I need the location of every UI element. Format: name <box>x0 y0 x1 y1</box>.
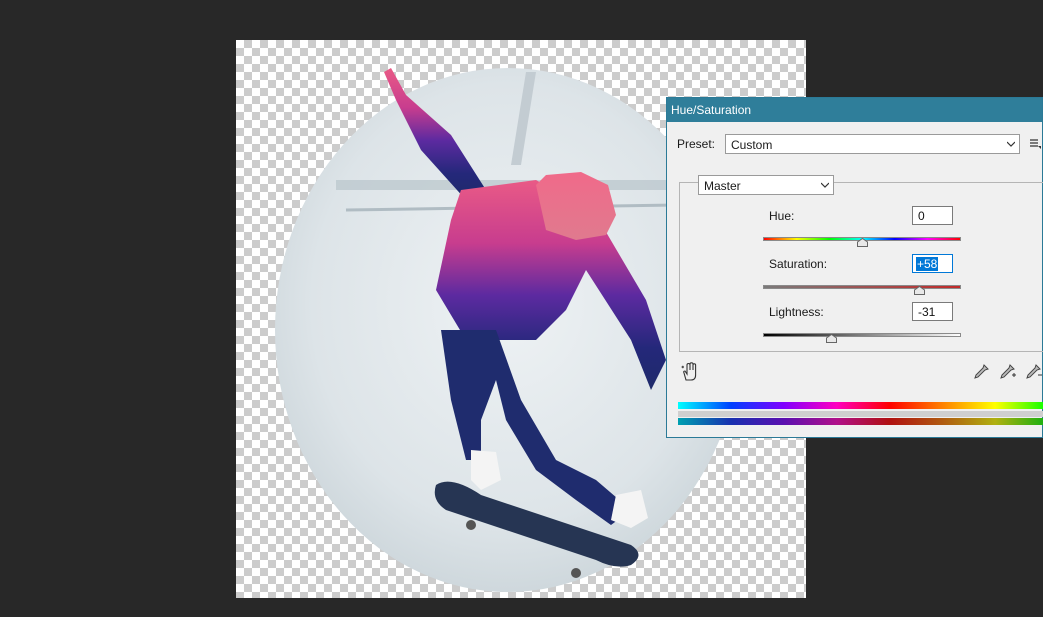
color-range-bar <box>678 411 1043 417</box>
channel-select[interactable]: Master <box>698 175 834 195</box>
saturation-input-value: +58 <box>916 257 939 271</box>
adjustment-group <box>679 182 1043 352</box>
output-color-bar <box>678 418 1043 425</box>
preset-value: Custom <box>731 138 773 152</box>
chevron-down-icon <box>821 182 829 188</box>
dialog-titlebar[interactable]: Hue/Saturation <box>667 98 1042 122</box>
saturation-label: Saturation: <box>769 257 828 271</box>
saturation-slider-track[interactable] <box>763 285 961 289</box>
hue-slider-thumb[interactable] <box>856 238 868 247</box>
dialog-title: Hue/Saturation <box>671 103 752 117</box>
saturation-input[interactable]: +58 <box>912 254 953 273</box>
hue-input[interactable]: 0 <box>912 206 953 225</box>
channel-value: Master <box>704 179 741 193</box>
hand-adjust-icon[interactable] <box>681 362 699 382</box>
input-color-bar <box>678 402 1043 409</box>
eyedropper-plus-icon[interactable] <box>999 364 1017 380</box>
lightness-slider-track[interactable] <box>763 333 961 337</box>
preset-label: Preset: <box>677 137 716 151</box>
eyedropper-minus-icon[interactable] <box>1025 364 1043 380</box>
chevron-down-icon <box>1007 141 1015 147</box>
hue-label: Hue: <box>769 209 795 223</box>
hue-saturation-dialog: Hue/Saturation Preset: Custom Master Hue… <box>666 97 1043 438</box>
lightness-input-value: -31 <box>918 305 936 319</box>
preset-select[interactable]: Custom <box>725 134 1020 154</box>
lightness-input[interactable]: -31 <box>912 302 953 321</box>
lightness-slider-thumb[interactable] <box>825 334 837 343</box>
eyedropper-icon[interactable] <box>973 364 989 380</box>
list-options-icon[interactable] <box>1030 138 1042 150</box>
saturation-slider-thumb[interactable] <box>913 286 925 295</box>
lightness-label: Lightness: <box>769 305 824 319</box>
hue-input-value: 0 <box>918 209 925 223</box>
